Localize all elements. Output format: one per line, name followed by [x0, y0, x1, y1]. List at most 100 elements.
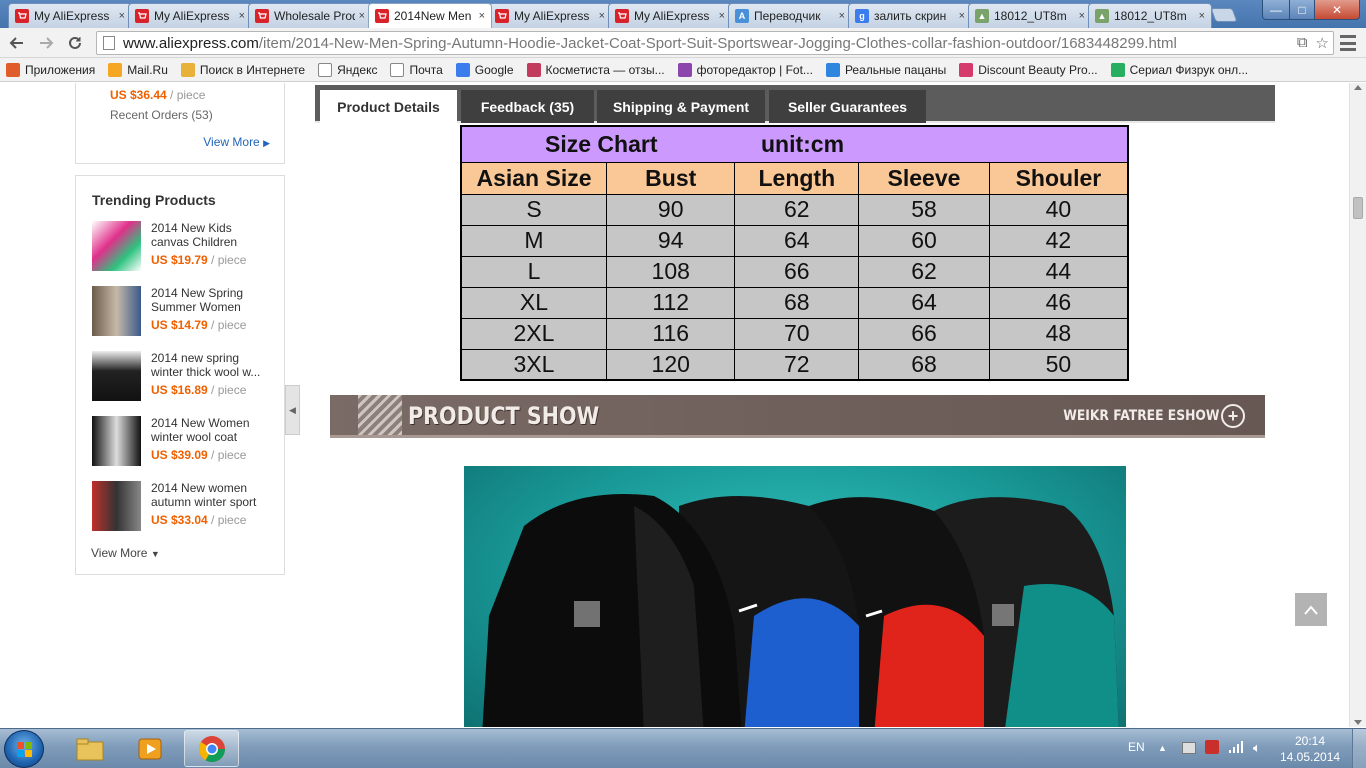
forward-button[interactable] — [35, 32, 57, 54]
browser-tab[interactable]: My AliExpress × — [128, 3, 252, 28]
scrollbar-thumb[interactable] — [1353, 197, 1363, 219]
size-chart-header-row: Asian Size Bust Length Sleeve Shouler — [460, 161, 1129, 195]
trending-product-thumbnail[interactable] — [92, 481, 141, 531]
trending-product-item[interactable]: 2014 new spring winter thick wool w... US… — [92, 351, 282, 405]
bookmark-item[interactable]: Яндекс — [318, 62, 377, 77]
browser-tab[interactable]: ▲ 18012_UT8m × — [968, 3, 1092, 28]
size-chart-cell: 62 — [734, 193, 860, 226]
bookmark-favicon-icon — [318, 62, 333, 77]
system-clock[interactable]: 20:14 14.05.2014 — [1280, 733, 1340, 765]
size-chart-cell: 64 — [734, 224, 860, 257]
scroll-down-arrow-icon[interactable] — [1354, 720, 1362, 725]
bookmark-item[interactable]: Приложения — [6, 62, 95, 77]
browser-tab[interactable]: My AliExpress × — [608, 3, 732, 28]
tab-close-icon[interactable]: × — [1079, 10, 1085, 22]
bookmark-star-icon[interactable]: ☆ — [1316, 34, 1329, 52]
maximize-window-button[interactable]: □ — [1289, 0, 1315, 20]
antivirus-tray-icon[interactable] — [1205, 740, 1219, 754]
taskbar-explorer[interactable] — [62, 730, 117, 767]
product-tab-0[interactable]: Product Details — [320, 90, 457, 123]
scroll-up-arrow-icon[interactable] — [1354, 85, 1362, 90]
volume-icon[interactable]: 🔈︎ — [1253, 740, 1261, 756]
browser-tab[interactable]: A Переводчик × — [728, 3, 852, 28]
trending-product-item[interactable]: 2014 New Women winter wool coat US $39.09… — [92, 416, 282, 470]
browser-tab[interactable]: My AliExpress × — [8, 3, 132, 28]
trending-product-name[interactable]: 2014 New Women winter wool coat — [151, 416, 271, 444]
taskbar-chrome[interactable] — [184, 730, 239, 767]
new-tab-button[interactable] — [1210, 8, 1238, 22]
size-chart-cell: 66 — [734, 255, 860, 288]
translate-page-icon[interactable]: ⧉ — [1297, 34, 1308, 52]
browser-tab[interactable]: g залить скрин × — [848, 3, 972, 28]
minimize-window-button[interactable]: — — [1262, 0, 1290, 20]
bookmark-item[interactable]: Google — [455, 62, 514, 77]
aliexpress-icon — [135, 9, 149, 23]
media-player-icon — [138, 738, 161, 759]
browser-tab[interactable]: 2014New Men × — [368, 3, 492, 28]
show-desktop-button[interactable] — [1352, 729, 1366, 768]
tab-close-icon[interactable]: × — [839, 10, 845, 22]
trending-product-thumbnail[interactable] — [92, 286, 141, 336]
size-chart-cell: 108 — [605, 255, 736, 288]
tab-close-icon[interactable]: × — [599, 10, 605, 22]
trending-product-item[interactable]: 2014 New Spring Summer Women US $14.79 / … — [92, 286, 282, 340]
trending-product-name[interactable]: 2014 new spring winter thick wool w... — [151, 351, 271, 379]
product-tab-1[interactable]: Feedback (35) — [461, 90, 594, 123]
bookmark-favicon-icon — [677, 62, 692, 77]
reload-button[interactable] — [64, 32, 86, 54]
bookmark-label: Поиск в Интернете — [199, 62, 306, 77]
page-scrollbar[interactable] — [1349, 83, 1366, 727]
tab-close-icon[interactable]: × — [959, 10, 965, 22]
trending-product-item[interactable]: 2014 New Kids canvas Children US $19.79 /… — [92, 221, 282, 275]
table-row: 2XL 116 70 66 48 — [460, 317, 1129, 350]
browser-tab[interactable]: ▲ 18012_UT8m × — [1088, 3, 1212, 28]
tab-close-icon[interactable]: × — [119, 10, 125, 22]
aliexpress-icon — [255, 9, 269, 23]
view-more-link[interactable]: View More ▶ — [203, 135, 270, 149]
caret-down-icon: ▼ — [150, 549, 160, 559]
tab-close-icon[interactable]: × — [359, 10, 365, 22]
bookmark-item[interactable]: Mail.Ru — [108, 62, 168, 77]
network-signal-icon[interactable] — [1229, 741, 1243, 756]
product-tab-2[interactable]: Shipping & Payment — [597, 90, 765, 123]
bookmark-item[interactable]: Сериал Физрук онл... — [1110, 62, 1248, 77]
tab-close-icon[interactable]: × — [1199, 10, 1205, 22]
action-center-icon[interactable] — [1182, 742, 1196, 754]
size-chart-cell: 94 — [605, 224, 736, 257]
bookmark-item[interactable]: Косметиста — отзы... — [526, 62, 665, 77]
collapse-sidebar-button[interactable]: ◀ — [285, 385, 300, 435]
bookmark-item[interactable]: Поиск в Интернете — [180, 62, 306, 77]
address-bar[interactable]: www.aliexpress.com/item/2014-New-Men-Spr… — [96, 31, 1334, 55]
bookmark-item[interactable]: Реальные пацаны — [825, 62, 946, 77]
trending-product-name[interactable]: 2014 New Spring Summer Women — [151, 286, 271, 314]
browser-tab[interactable]: My AliExpress × — [488, 3, 612, 28]
back-arrow-icon — [9, 37, 23, 49]
back-button[interactable] — [6, 32, 28, 54]
bookmark-item[interactable]: Discount Beauty Pro... — [959, 62, 1098, 77]
bookmark-item[interactable]: Почта — [390, 62, 443, 77]
aliexpress-icon — [495, 9, 509, 23]
view-more-trending-link[interactable]: View More ▼ — [91, 546, 160, 560]
browser-tab[interactable]: Wholesale Products × — [248, 3, 372, 28]
trending-product-thumbnail[interactable] — [92, 221, 141, 271]
tab-close-icon[interactable]: × — [719, 10, 725, 22]
bookmark-item[interactable]: фоторедактор | Fot... — [677, 62, 813, 77]
close-window-button[interactable]: ✕ — [1314, 0, 1360, 20]
trending-product-name[interactable]: 2014 New Kids canvas Children — [151, 221, 271, 249]
url-text: www.aliexpress.com/item/2014-New-Men-Spr… — [123, 34, 1177, 52]
product-tab-3[interactable]: Seller Guarantees — [769, 90, 926, 123]
keyboard-language[interactable]: EN — [1128, 740, 1145, 754]
back-to-top-button[interactable] — [1295, 593, 1327, 626]
trending-product-thumbnail[interactable] — [92, 416, 141, 466]
windows-start-button[interactable] — [4, 730, 44, 768]
chrome-menu-button[interactable] — [1340, 35, 1356, 51]
trending-product-name[interactable]: 2014 New women autumn winter sport — [151, 481, 271, 509]
trending-product-thumbnail[interactable] — [92, 351, 141, 401]
size-chart-cell: 2XL — [460, 317, 607, 350]
taskbar-media-player[interactable] — [122, 730, 177, 767]
tray-expand-icon[interactable]: ▲ — [1158, 743, 1167, 753]
tab-close-icon[interactable]: × — [479, 10, 485, 22]
size-chart-header-cell: Asian Size — [460, 161, 607, 195]
tab-close-icon[interactable]: × — [239, 10, 245, 22]
trending-product-item[interactable]: 2014 New women autumn winter sport US $33… — [92, 481, 282, 535]
